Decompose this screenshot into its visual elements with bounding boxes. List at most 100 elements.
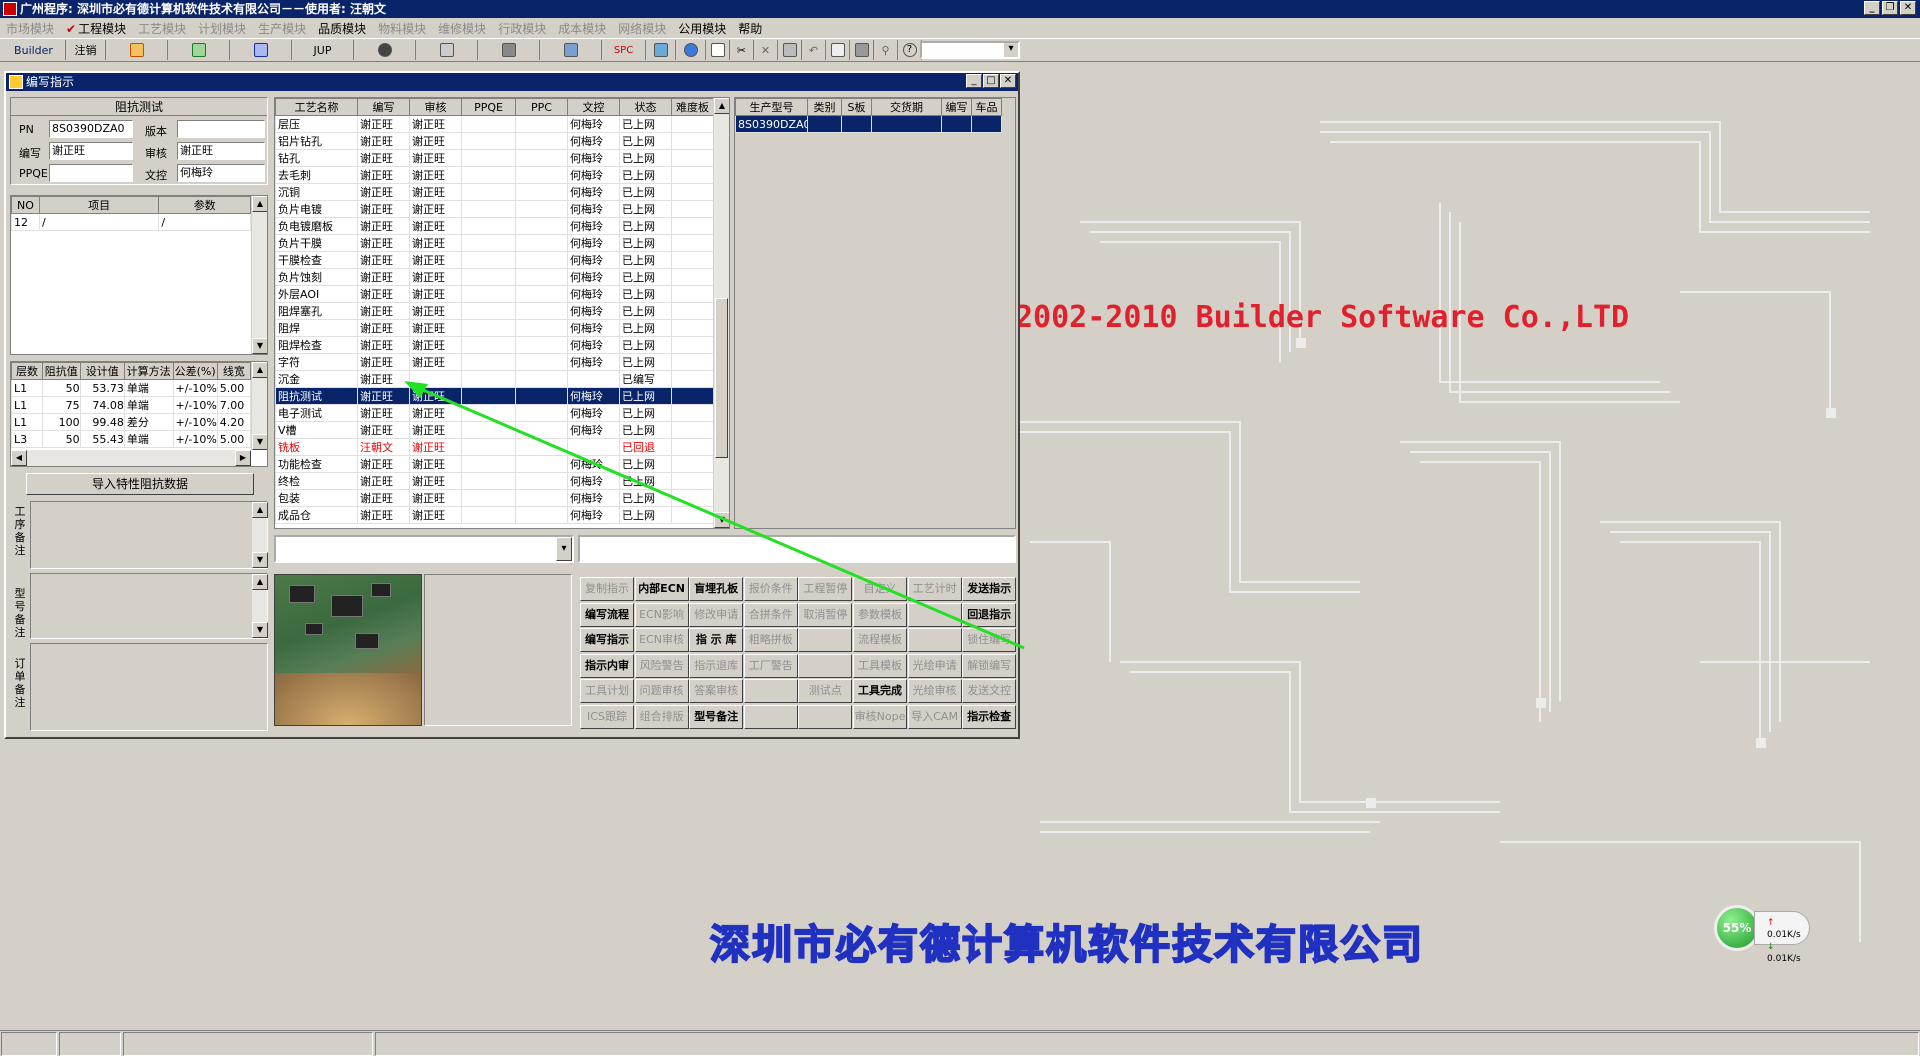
column-header[interactable]: 线宽 [216,362,252,380]
table-row[interactable]: L1 50 53.73 单端 +/-10% 5.00 [11,379,252,397]
jup-button[interactable]: JUP [292,40,354,60]
bottom-right-input[interactable] [578,535,1016,563]
table-row[interactable]: 包装 谢正旺 谢正旺 何梅玲 已上网 [275,489,714,507]
control-field[interactable]: 何梅玲 [177,164,265,182]
column-header[interactable]: 层数 [11,362,43,380]
table-row[interactable]: 铝片钻孔 谢正旺 谢正旺 何梅玲 已上网 [275,132,714,150]
table-row[interactable]: 阻抗测试 谢正旺 谢正旺 何梅玲 已上网 [275,387,714,405]
builder-button[interactable]: Builder [2,40,66,60]
table-row[interactable]: 干膜检查 谢正旺 谢正旺 何梅玲 已上网 [275,251,714,269]
dialog-minimize-button[interactable]: _ [966,74,982,88]
dialog-maximize-button[interactable]: □ [983,74,999,88]
action-button-1-7[interactable]: 回退指示 [962,602,1017,627]
find-button[interactable]: ⚲ [874,40,898,60]
menu-item-11[interactable]: 公用模块 [672,20,732,37]
table-row[interactable]: 字符 谢正旺 谢正旺 何梅玲 已上网 [275,353,714,371]
table-row[interactable]: 沉金 谢正旺 已编写 [275,370,714,388]
table-row[interactable]: 阻焊 谢正旺 谢正旺 何梅玲 已上网 [275,319,714,337]
menu-item-1[interactable]: ✔ 工程模块 [60,20,132,37]
pn-field[interactable]: 8S0390DZA0 [49,120,133,138]
process-memo[interactable]: ▲ ▼ [30,501,268,569]
scroll-left-icon[interactable]: ◀ [11,450,27,466]
ppqe-field[interactable] [49,164,133,182]
column-header[interactable]: 项目 [38,196,160,214]
version-field[interactable] [177,120,265,138]
column-header[interactable]: 审核 [409,98,462,116]
process-vscroll[interactable]: ▲ ▼ [713,98,729,528]
impedance-hscroll[interactable]: ◀ ▶ [11,450,251,466]
scroll-up-icon[interactable]: ▲ [714,98,729,114]
printer-button[interactable] [540,40,602,60]
network-button[interactable] [478,40,540,60]
scroll-up-icon[interactable]: ▲ [252,196,267,212]
column-header[interactable]: S板 [841,98,872,116]
table-row[interactable]: 去毛刺 谢正旺 谢正旺 何梅玲 已上网 [275,166,714,184]
table-row[interactable]: 钻孔 谢正旺 谢正旺 何梅玲 已上网 [275,149,714,167]
spc-button[interactable]: SPC [602,40,646,60]
cut-button[interactable]: ✂ [730,40,754,60]
scroll-up-icon[interactable]: ▲ [252,362,267,378]
scroll-down-icon[interactable]: ▼ [252,434,267,450]
table-row[interactable]: 功能检查 谢正旺 谢正旺 何梅玲 已上网 [275,455,714,473]
table-row[interactable]: 成品仓 谢正旺 谢正旺 何梅玲 已上网 [275,506,714,524]
model-memo[interactable]: ▲ ▼ [30,573,268,639]
order-memo[interactable] [30,643,268,731]
column-header[interactable]: PPQE [461,98,516,116]
action-button-2-2[interactable]: 指 示 库 [689,628,744,652]
menu-item-2[interactable]: 工艺模块 [132,20,192,37]
table-row[interactable]: 终检 谢正旺 谢正旺 何梅玲 已上网 [275,472,714,490]
table-row[interactable]: 外层AOI 谢正旺 谢正旺 何梅玲 已上网 [275,285,714,303]
scroll-right-icon[interactable]: ▶ [235,450,251,466]
minimize-button[interactable]: _ [1864,1,1880,15]
menu-item-12[interactable]: 帮助 [732,20,768,37]
chevron-down-icon[interactable]: ▾ [556,537,572,561]
menu-item-9[interactable]: 成本模块 [552,20,612,37]
table-row[interactable]: 负电镀磨板 谢正旺 谢正旺 何梅玲 已上网 [275,217,714,235]
table-row[interactable]: 负片蚀刻 谢正旺 谢正旺 何梅玲 已上网 [275,268,714,286]
table-row[interactable]: 阻焊检查 谢正旺 谢正旺 何梅玲 已上网 [275,336,714,354]
column-header[interactable]: 阻抗值 [41,362,81,380]
toolbar-combo[interactable] [920,41,1020,59]
table-row[interactable]: 阻焊塞孔 谢正旺 谢正旺 何梅玲 已上网 [275,302,714,320]
table-row[interactable]: 负片电镀 谢正旺 谢正旺 何梅玲 已上网 [275,200,714,218]
column-header[interactable]: PPC [515,98,568,116]
action-button-0-1[interactable]: 内部ECN [634,577,689,601]
table-row[interactable]: L1 100 99.48 差分 +/-10% 4.20 [11,413,252,431]
column-header[interactable]: 设计值 [79,362,125,380]
action-button-0-2[interactable]: 盲埋孔板 [689,577,744,601]
action-button-2-0[interactable]: 编写指示 [580,628,634,652]
column-header[interactable]: NO [11,196,40,214]
menu-item-8[interactable]: 行政模块 [492,20,552,37]
word-button[interactable] [230,40,292,60]
column-header[interactable]: 编写 [941,98,972,116]
scroll-down-icon[interactable]: ▼ [252,338,267,354]
table-row[interactable]: 8S0390DZA0 [735,115,1002,133]
column-header[interactable]: 编写 [357,98,410,116]
menu-item-4[interactable]: 生产模块 [252,20,312,37]
restore-button[interactable]: ❐ [1882,1,1898,15]
params-vscroll[interactable]: ▲ ▼ [251,196,267,354]
column-header[interactable]: 车品 [971,98,1002,116]
action-button-4-5[interactable]: 工具完成 [853,679,907,703]
table-row[interactable]: L3 50 55.43 单端 +/-10% 5.00 [11,430,252,448]
menu-item-6[interactable]: 物料模块 [372,20,432,37]
column-header[interactable]: 参数 [158,196,251,214]
menu-item-5[interactable]: 品质模块 [312,20,372,37]
import-impedance-button[interactable]: 导入特性阻抗数据 [26,473,254,495]
menu-item-10[interactable]: 网络模块 [612,20,672,37]
impedance-vscroll[interactable]: ▲ ▼ [251,362,267,450]
column-header[interactable]: 类别 [807,98,842,116]
action-button-5-7[interactable]: 指示检查 [962,704,1017,729]
table-row[interactable]: 层压 谢正旺 谢正旺 何梅玲 已上网 [275,115,714,133]
column-header[interactable]: 状态 [619,98,672,116]
column-header[interactable]: 文控 [567,98,620,116]
excel-button[interactable] [168,40,230,60]
column-header[interactable]: 工艺名称 [275,98,358,116]
table-row[interactable]: 沉铜 谢正旺 谢正旺 何梅玲 已上网 [275,183,714,201]
menu-item-7[interactable]: 维修模块 [432,20,492,37]
book-button[interactable] [416,40,478,60]
menu-item-3[interactable]: 计划模块 [192,20,252,37]
logout-button[interactable]: 注销 [66,40,106,60]
preview-button[interactable] [826,40,850,60]
view-button[interactable] [354,40,416,60]
